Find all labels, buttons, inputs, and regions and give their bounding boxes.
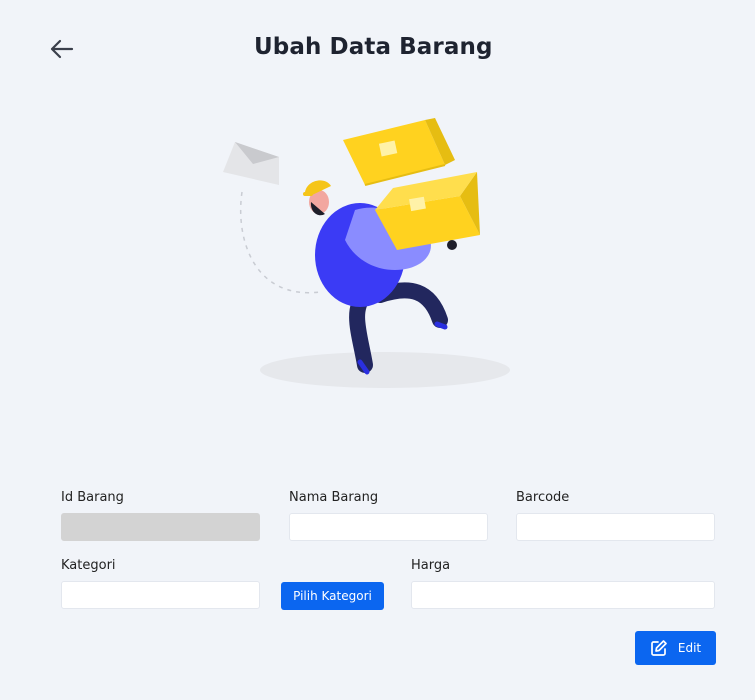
barcode-label: Barcode: [516, 490, 570, 505]
nama-barang-field[interactable]: [289, 513, 488, 541]
id-barang-label: Id Barang: [61, 490, 124, 505]
back-button[interactable]: [46, 34, 76, 64]
kategori-field[interactable]: [61, 581, 260, 609]
id-barang-field[interactable]: [61, 513, 260, 541]
page-title: Ubah Data Barang: [254, 34, 493, 60]
edit-icon: [650, 639, 668, 657]
barcode-field[interactable]: [516, 513, 715, 541]
hand: [447, 240, 457, 250]
harga-field[interactable]: [411, 581, 715, 609]
delivery-illustration: [223, 118, 510, 388]
harga-label: Harga: [411, 558, 451, 573]
edit-button[interactable]: Edit: [635, 631, 716, 665]
nama-barang-label: Nama Barang: [289, 490, 379, 505]
arrow-left-icon: [50, 39, 74, 59]
edit-item-page: Ubah Data Barang Id Barang Nama Barang B…: [0, 0, 755, 700]
ground-shadow: [260, 352, 510, 388]
pilih-kategori-button[interactable]: Pilih Kategori: [281, 582, 384, 610]
kategori-label: Kategori: [61, 558, 116, 573]
envelope-icon: [223, 142, 279, 185]
dashed-path: [239, 191, 321, 294]
edit-label: Edit: [677, 641, 702, 655]
head: [303, 180, 331, 216]
